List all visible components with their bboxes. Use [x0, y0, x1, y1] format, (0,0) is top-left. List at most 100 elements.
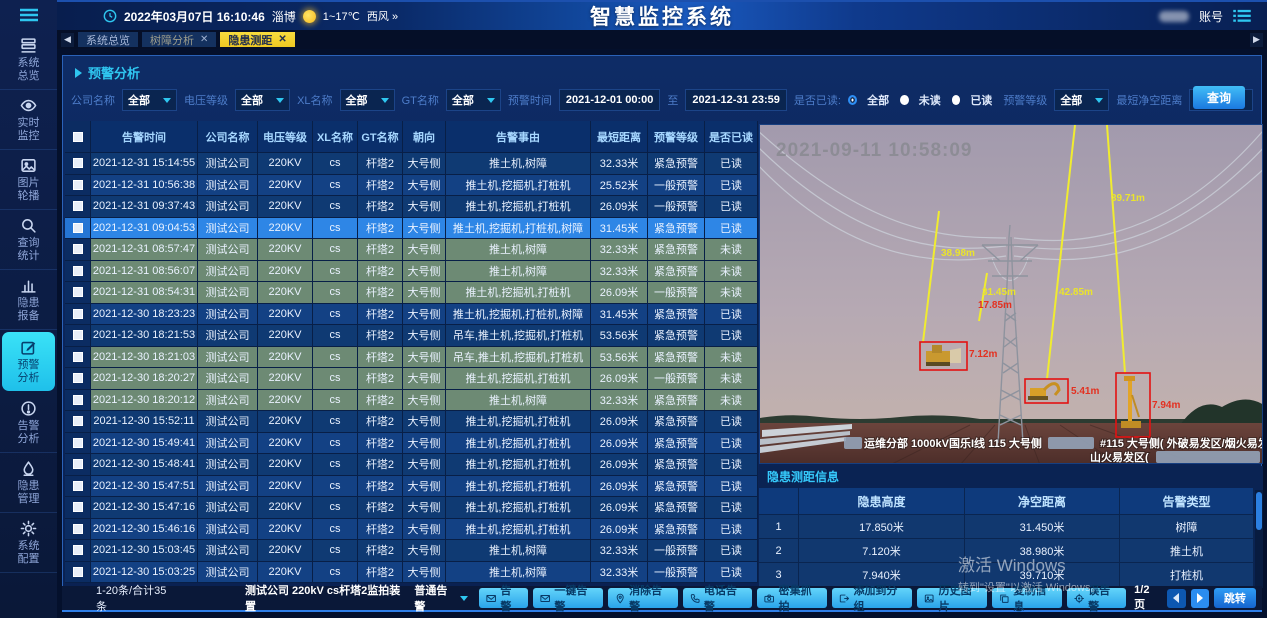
sidebar-item-实时监控[interactable]: 实时监控 — [0, 90, 57, 150]
alarm-row-13[interactable]: 2021-12-30 15:52:11测试公司220KVcs杆塔2大号侧推土机,… — [65, 411, 758, 433]
历史图片-button[interactable]: 历史图片 — [917, 588, 987, 608]
row-checkbox[interactable] — [73, 502, 83, 512]
tab-树障分析[interactable]: 树障分析✕ — [142, 32, 216, 47]
一键告警-button[interactable]: 一键告警 — [533, 588, 603, 608]
row-checkbox[interactable] — [73, 180, 83, 190]
alarm-row-5[interactable]: 2021-12-31 08:57:47测试公司220KVcs杆塔2大号侧推土机,… — [65, 239, 758, 261]
alarm-row-10[interactable]: 2021-12-30 18:21:03测试公司220KVcs杆塔2大号侧吊车,推… — [65, 347, 758, 369]
cell: 220KV — [258, 390, 313, 412]
sidebar-item-隐患管理[interactable]: 隐患管理 — [0, 453, 57, 513]
row-checkbox[interactable] — [73, 545, 83, 555]
tab-隐患测距[interactable]: 隐患测距✕ — [220, 32, 294, 47]
row-checkbox[interactable] — [73, 352, 83, 362]
alarm-row-6[interactable]: 2021-12-31 08:56:07测试公司220KVcs杆塔2大号侧推土机,… — [65, 261, 758, 283]
alarm-row-20[interactable]: 2021-12-30 15:03:25测试公司220KVcs杆塔2大号侧推土机,… — [65, 562, 758, 584]
row-checkbox[interactable] — [73, 524, 83, 534]
radio-已读[interactable] — [952, 95, 961, 105]
row-checkbox[interactable] — [73, 567, 83, 577]
alarm-row-19[interactable]: 2021-12-30 15:03:45测试公司220KVcs杆塔2大号侧推土机,… — [65, 540, 758, 562]
alarm-row-1[interactable]: 2021-12-31 15:14:55测试公司220KVcs杆塔2大号侧推土机,… — [65, 153, 758, 175]
radio-label-已读[interactable]: 已读 — [970, 92, 992, 108]
alarm-row-4[interactable]: 2021-12-31 09:04:53测试公司220KVcs杆塔2大号侧推土机,… — [65, 218, 758, 240]
cell: 紧急预警 — [648, 153, 705, 175]
alarm-type-select[interactable]: 普通告警 — [414, 582, 468, 614]
distance-row-3[interactable]: 37.940米39.710米打桩机 — [759, 563, 1254, 587]
select-电压等级[interactable]: 全部 — [235, 89, 290, 111]
photo-timestamp: 2021-09-11 10:58:09 — [776, 140, 972, 161]
select-GT名称[interactable]: 全部 — [446, 89, 501, 111]
row-checkbox[interactable] — [73, 266, 83, 276]
distance-row-2[interactable]: 27.120米38.980米推土机 — [759, 539, 1254, 563]
告警-button[interactable]: 告警 — [479, 588, 528, 608]
radio-label-未读[interactable]: 未读 — [919, 92, 941, 108]
svg-text:38.98m: 38.98m — [941, 248, 975, 259]
误告警-button[interactable]: 误告警 — [1067, 588, 1126, 608]
next-page-button[interactable] — [1191, 589, 1209, 608]
sidebar-item-隐患报备[interactable]: 隐患报备 — [0, 270, 57, 330]
row-checkbox[interactable] — [73, 459, 83, 469]
row-checkbox[interactable] — [73, 395, 83, 405]
close-icon[interactable]: ✕ — [200, 34, 208, 45]
sidebar-item-告警分析[interactable]: 告警分析 — [0, 393, 57, 453]
alarm-row-7[interactable]: 2021-12-31 08:54:31测试公司220KVcs杆塔2大号侧推土机,… — [65, 282, 758, 304]
warning-time-from-input[interactable]: 2021-12-01 00:00 — [559, 89, 661, 111]
alarm-row-16[interactable]: 2021-12-30 15:47:51测试公司220KVcs杆塔2大号侧推土机,… — [65, 476, 758, 498]
电话告警-button[interactable]: 电话告警 — [683, 588, 753, 608]
scrollbar-thumb[interactable] — [1256, 492, 1262, 530]
sidebar-item-预警分析[interactable]: 预警分析 — [2, 332, 55, 391]
row-checkbox[interactable] — [73, 481, 83, 491]
row-checkbox[interactable] — [73, 287, 83, 297]
添加到分组-button[interactable]: 添加到分组 — [832, 588, 912, 608]
消除告警-button[interactable]: 消除告警 — [608, 588, 678, 608]
cell: 杆塔2 — [358, 519, 403, 541]
row-checkbox[interactable] — [73, 223, 83, 233]
select-XL名称[interactable]: 全部 — [340, 89, 395, 111]
select-预警等级[interactable]: 全部 — [1054, 89, 1109, 111]
tab-scroll-right-icon[interactable]: ▶ — [1250, 33, 1263, 47]
row-checkbox[interactable] — [73, 158, 83, 168]
sidebar-item-图片轮播[interactable]: 图片轮播 — [0, 150, 57, 210]
jump-button[interactable]: 跳转 — [1214, 588, 1256, 608]
query-button[interactable]: 查询 — [1193, 86, 1245, 109]
sidebar-item-系统配置[interactable]: 系统配置 — [0, 513, 57, 573]
close-icon[interactable]: ✕ — [278, 34, 286, 45]
密集抓拍-button[interactable]: 密集抓拍 — [757, 588, 827, 608]
distance-row-1[interactable]: 117.850米31.450米树障 — [759, 515, 1254, 539]
warning-time-to-input[interactable]: 2021-12-31 23:59 — [685, 89, 787, 111]
row-checkbox[interactable] — [73, 373, 83, 383]
alarm-row-11[interactable]: 2021-12-30 18:20:27测试公司220KVcs杆塔2大号侧推土机,… — [65, 368, 758, 390]
alarm-row-18[interactable]: 2021-12-30 15:46:16测试公司220KVcs杆塔2大号侧推土机,… — [65, 519, 758, 541]
menu-icon[interactable] — [0, 0, 57, 30]
account-label[interactable]: 账号 — [1199, 8, 1223, 25]
row-checkbox[interactable] — [73, 201, 83, 211]
radio-未读[interactable] — [900, 95, 909, 105]
select-公司名称[interactable]: 全部 — [122, 89, 177, 111]
select-all-checkbox[interactable] — [73, 132, 83, 142]
cell: 紧急预警 — [648, 497, 705, 519]
tab-系统总览[interactable]: 系统总览 — [78, 32, 138, 47]
alarm-row-8[interactable]: 2021-12-30 18:23:23测试公司220KVcs杆塔2大号侧推土机,… — [65, 304, 758, 326]
alarm-row-15[interactable]: 2021-12-30 15:48:41测试公司220KVcs杆塔2大号侧推土机,… — [65, 454, 758, 476]
cell: 紧急预警 — [648, 218, 705, 240]
radio-全部[interactable] — [848, 95, 857, 105]
cell: 测试公司 — [198, 433, 258, 455]
row-checkbox[interactable] — [73, 244, 83, 254]
row-checkbox[interactable] — [73, 416, 83, 426]
row-checkbox[interactable] — [73, 330, 83, 340]
sidebar-item-系统总览[interactable]: 系统总览 — [0, 30, 57, 90]
alarm-row-14[interactable]: 2021-12-30 15:49:41测试公司220KVcs杆塔2大号侧推土机,… — [65, 433, 758, 455]
alarm-row-12[interactable]: 2021-12-30 18:20:12测试公司220KVcs杆塔2大号侧推土机,… — [65, 390, 758, 412]
alarm-row-9[interactable]: 2021-12-30 18:21:53测试公司220KVcs杆塔2大号侧吊车,推… — [65, 325, 758, 347]
alarm-row-2[interactable]: 2021-12-31 10:56:38测试公司220KVcs杆塔2大号侧推土机,… — [65, 175, 758, 197]
alarm-row-17[interactable]: 2021-12-30 15:47:16测试公司220KVcs杆塔2大号侧推土机,… — [65, 497, 758, 519]
alarm-row-3[interactable]: 2021-12-31 09:37:43测试公司220KVcs杆塔2大号侧推土机,… — [65, 196, 758, 218]
sidebar-item-查询统计[interactable]: 查询统计 — [0, 210, 57, 270]
复制信息-button[interactable]: 复制信息 — [992, 588, 1062, 608]
tab-scroll-left-icon[interactable]: ◀ — [61, 33, 74, 47]
svg-text:42.85m: 42.85m — [1059, 287, 1093, 298]
row-checkbox[interactable] — [73, 438, 83, 448]
prev-page-button[interactable] — [1167, 589, 1185, 608]
radio-label-全部[interactable]: 全部 — [867, 92, 889, 108]
list-icon[interactable] — [1233, 9, 1251, 23]
row-checkbox[interactable] — [73, 309, 83, 319]
